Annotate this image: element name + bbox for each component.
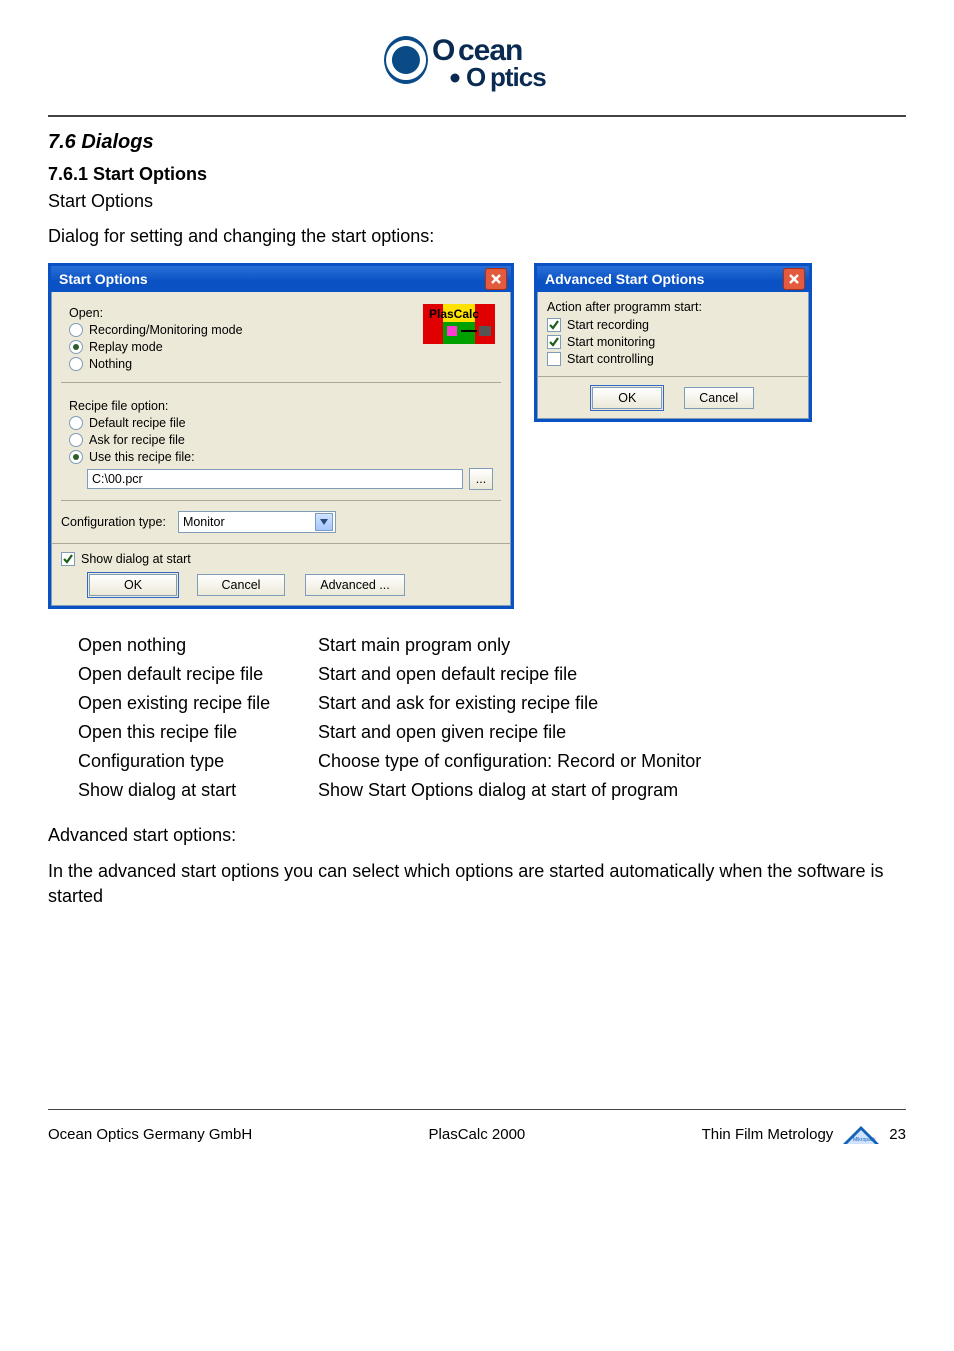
intro-line-2: Dialog for setting and changing the star… — [48, 224, 906, 249]
footer-right-label: Thin Film Metrology — [702, 1126, 834, 1143]
table-row: Open existing recipe fileStart and ask f… — [78, 689, 711, 718]
logo-O2: O — [466, 62, 486, 92]
def-term: Open default recipe file — [78, 660, 318, 689]
radio-ask-recipe-label: Ask for recipe file — [89, 433, 185, 447]
advanced-button[interactable]: Advanced ... — [305, 574, 405, 596]
browse-button[interactable]: ... — [469, 468, 493, 490]
chevron-down-icon — [315, 513, 333, 531]
radio-default-recipe[interactable] — [69, 416, 83, 430]
cancel-button[interactable]: Cancel — [197, 574, 285, 596]
titlebar: Advanced Start Options — [537, 266, 809, 292]
brand-logo: O cean O ptics — [48, 26, 906, 101]
radio-replay[interactable] — [69, 340, 83, 354]
checkbox-show-dialog-label: Show dialog at start — [81, 552, 191, 566]
page-number: 23 — [889, 1126, 906, 1143]
def-term: Configuration type — [78, 747, 318, 776]
config-dropdown[interactable]: Monitor — [178, 511, 336, 533]
checkbox-start-monitoring-label: Start monitoring — [567, 335, 655, 349]
def-term: Open existing recipe file — [78, 689, 318, 718]
adv-heading: Action after programm start: — [547, 300, 799, 314]
subsection-heading: 7.6.1 Start Options — [48, 164, 906, 185]
radio-use-recipe-label: Use this recipe file: — [89, 450, 195, 464]
checkbox-start-recording-label: Start recording — [567, 318, 649, 332]
cancel-button[interactable]: Cancel — [684, 387, 754, 409]
radio-recording-label: Recording/Monitoring mode — [89, 323, 243, 337]
checkbox-start-monitoring[interactable] — [547, 335, 561, 349]
ok-button[interactable]: OK — [592, 387, 662, 409]
checkbox-start-controlling[interactable] — [547, 352, 561, 366]
ok-button[interactable]: OK — [89, 574, 177, 596]
table-row: Open default recipe fileStart and open d… — [78, 660, 711, 689]
radio-replay-label: Replay mode — [89, 340, 163, 354]
def-desc: Start main program only — [318, 631, 711, 660]
table-row: Open nothingStart main program only — [78, 631, 711, 660]
titlebar-text: Advanced Start Options — [545, 271, 704, 287]
open-label: Open: — [69, 306, 493, 320]
definitions-table: Open nothingStart main program only Open… — [78, 631, 711, 805]
intro-line-1: Start Options — [48, 189, 906, 214]
advanced-start-options-dialog: Advanced Start Options Action after prog… — [534, 263, 812, 422]
close-button[interactable] — [783, 268, 805, 290]
def-term: Show dialog at start — [78, 776, 318, 805]
def-desc: Start and open given recipe file — [318, 718, 711, 747]
table-row: Show dialog at startShow Start Options d… — [78, 776, 711, 805]
titlebar-text: Start Options — [59, 271, 148, 287]
def-term: Open this recipe file — [78, 718, 318, 747]
radio-default-recipe-label: Default recipe file — [89, 416, 186, 430]
footer-left: Ocean Optics Germany GmbH — [48, 1126, 252, 1143]
checkbox-show-dialog[interactable] — [61, 552, 75, 566]
radio-recording[interactable] — [69, 323, 83, 337]
def-desc: Start and ask for existing recipe file — [318, 689, 711, 718]
close-icon — [490, 273, 502, 285]
logo-bottom: ptics — [490, 62, 546, 92]
checkbox-start-recording[interactable] — [547, 318, 561, 332]
recipe-path-input[interactable] — [87, 469, 463, 489]
radio-ask-recipe[interactable] — [69, 433, 83, 447]
checkbox-start-controlling-label: Start controlling — [567, 352, 654, 366]
radio-nothing-label: Nothing — [89, 357, 132, 371]
table-row: Configuration typeChoose type of configu… — [78, 747, 711, 776]
def-term: Open nothing — [78, 631, 318, 660]
def-desc: Start and open default recipe file — [318, 660, 711, 689]
recipe-group: Recipe file option: Default recipe file … — [61, 393, 501, 501]
table-row: Open this recipe fileStart and open give… — [78, 718, 711, 747]
def-desc: Show Start Options dialog at start of pr… — [318, 776, 711, 805]
header-rule — [48, 115, 906, 117]
logo-O1: O — [432, 34, 455, 67]
open-group: Open: Recording/Monitoring mode Replay m… — [61, 300, 501, 383]
close-button[interactable] — [485, 268, 507, 290]
config-label: Configuration type: — [61, 515, 166, 529]
footer-center: PlasCalc 2000 — [429, 1126, 526, 1143]
config-value: Monitor — [183, 515, 225, 529]
footer-rule — [48, 1109, 906, 1110]
adv-options-body: In the advanced start options you can se… — [48, 859, 906, 909]
radio-nothing[interactable] — [69, 357, 83, 371]
mikropack-logo-icon: Mikropack — [841, 1124, 881, 1146]
section-heading: 7.6 Dialogs — [48, 131, 906, 154]
radio-use-recipe[interactable] — [69, 450, 83, 464]
adv-options-heading: Advanced start options: — [48, 823, 906, 848]
def-desc: Choose type of configuration: Record or … — [318, 747, 711, 776]
recipe-label: Recipe file option: — [69, 399, 493, 413]
close-icon — [788, 273, 800, 285]
titlebar: Start Options — [51, 266, 511, 292]
svg-text:Mikropack: Mikropack — [853, 1137, 876, 1143]
start-options-dialog: Start Options — [48, 263, 514, 609]
page-footer: Ocean Optics Germany GmbH PlasCalc 2000 … — [48, 1118, 906, 1146]
